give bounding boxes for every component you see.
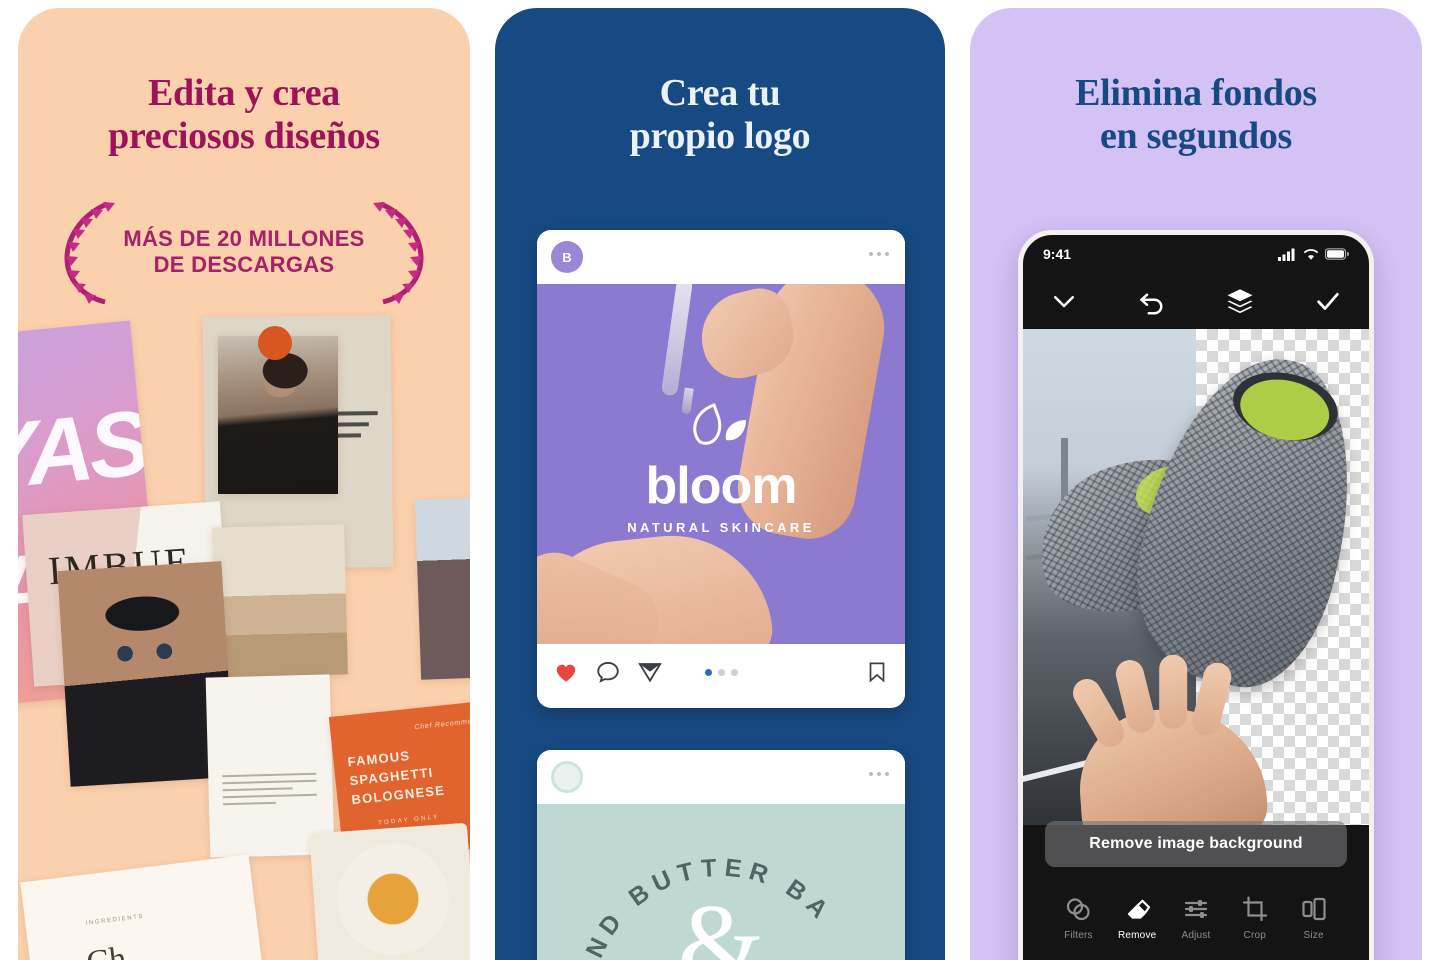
recipe-kicker: INGREDIENTS [85,913,145,927]
filters-icon [1067,898,1090,921]
panel-edit-designs: Edita y crea preciosos diseños MÁS DE 20… [18,8,470,960]
leaf-icon [693,403,746,445]
recipe-title: Ch [84,940,128,960]
resize-icon [1301,897,1326,921]
more-options-icon[interactable] [869,252,889,256]
confirm-icon[interactable] [1313,286,1343,316]
sliders-icon [1184,900,1208,918]
brand-monogram: & [677,882,765,960]
finger [1159,654,1188,729]
undo-icon[interactable] [1137,286,1167,316]
post-media-bloom: bloom NATURAL SKINCARE [537,284,905,644]
tool-filters[interactable]: Filters [1049,895,1108,941]
collage-card-article[interactable] [205,674,335,858]
post-media-butter: AND BUTTER BA & [537,804,905,960]
design-collage: YAS! AH! SHOP NOW IMBUE Che [18,308,470,960]
collage-card-desert-photo[interactable] [212,524,348,678]
tool-size[interactable]: Size [1284,895,1343,941]
panel-title-remove-bg: Elimina fondos en segundos [1075,72,1317,157]
remove-background-button[interactable]: Remove image background [1045,821,1347,867]
more-options-icon[interactable] [869,772,889,776]
panel-title-designs: Edita y crea preciosos diseños [108,72,380,157]
status-time: 9:41 [1043,246,1072,262]
layers-icon[interactable] [1225,286,1255,316]
carousel-pager[interactable] [537,668,905,676]
social-post-card-bloom[interactable]: B bloom NATURAL SKINCARE [537,230,905,708]
spaghetti-title: FAMOUS SPAGHETTI BOLOGNESE [346,747,446,807]
cellular-signal-icon [1278,248,1295,261]
brand-name: bloom [645,457,798,515]
downloads-badge: MÁS DE 20 MILLONES DE DESCARGAS [18,198,470,306]
social-post-card-butter[interactable]: AND BUTTER BA & [537,750,905,960]
tool-label: Filters [1064,930,1093,941]
tool-adjust[interactable]: Adjust [1167,895,1226,941]
panel-remove-background: Elimina fondos en segundos 9:41 Remove i… [970,8,1422,960]
collage-card-recipe[interactable]: INGREDIENTS Ch [20,854,266,960]
tool-label: Remove [1117,930,1157,941]
post-actions [537,644,905,700]
collage-accent-dot [258,326,292,360]
eraser-icon [1128,899,1151,919]
article-text-lines [222,772,317,810]
collage-card-pasta-photo[interactable] [309,822,470,960]
avatar[interactable]: B [551,241,583,273]
brand-tagline: NATURAL SKINCARE [627,520,815,535]
panel-title-logo: Crea tu propio logo [629,72,811,157]
panel-create-logo: Crea tu propio logo B bloom NATURAL SKIN… [495,8,945,960]
tool-label: Size [1303,930,1324,941]
tool-label: Adjust [1181,930,1211,941]
dropper-bottle [660,284,694,397]
downloads-badge-text: MÁS DE 20 MILLONES DE DESCARGAS [123,226,365,277]
app-store-screenshot-gallery: Edita y crea preciosos diseños MÁS DE 20… [0,0,1440,960]
tool-crop[interactable]: Crop [1225,895,1284,941]
collage-card-shelf-photo[interactable] [414,496,470,680]
collapse-icon[interactable] [1049,286,1079,316]
bloom-logo: bloom NATURAL SKINCARE [537,402,905,535]
editor-top-toolbar [1023,273,1369,329]
editor-canvas[interactable] [1023,329,1369,825]
tool-label: Crop [1243,930,1267,941]
phone-mockup: 9:41 Remove image background Filters Rem… [1018,230,1374,960]
yas-line-1: YAS! [18,389,166,510]
spaghetti-kicker: Chef Recommends [414,716,470,732]
laurel-wreath-right-icon [372,201,424,305]
circular-badge-icon[interactable] [551,761,583,793]
crop-icon [1242,896,1267,922]
editor-bottom-toolbar: Filters Remove Adjust Crop Size [1023,881,1369,960]
post-header [537,750,905,804]
battery-icon [1325,248,1349,260]
post-header: B [537,230,905,284]
status-bar: 9:41 [1023,235,1369,273]
laurel-wreath-left-icon [64,201,116,305]
wifi-icon [1303,248,1319,260]
bookmark-icon[interactable] [865,660,889,684]
tool-remove[interactable]: Remove [1108,895,1167,941]
